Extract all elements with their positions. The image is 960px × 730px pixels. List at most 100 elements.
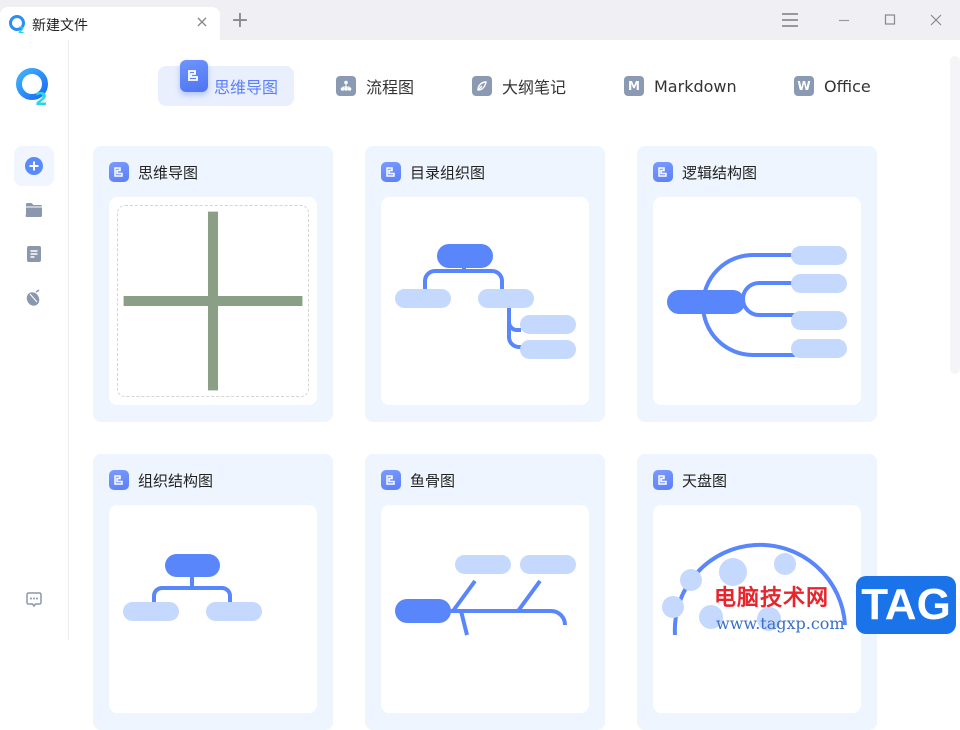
child-node <box>791 246 847 265</box>
child-node <box>774 553 796 575</box>
file-tab[interactable]: 2 新建文件 × <box>0 7 220 40</box>
card-header: 组织结构图 <box>109 470 213 490</box>
root-node <box>437 244 493 268</box>
root-node <box>395 599 451 623</box>
tab-title: 新建文件 <box>32 18 88 34</box>
root-node <box>165 554 220 577</box>
org-diagram <box>123 554 262 621</box>
card-header: 目录组织图 <box>381 162 485 182</box>
menu-button[interactable] <box>778 8 802 32</box>
template-card-org[interactable]: 组织结构图 <box>93 454 333 730</box>
tab-markdown[interactable]: M Markdown <box>624 66 737 106</box>
maximize-icon <box>884 14 896 25</box>
child-node <box>206 602 262 621</box>
mindmap-icon <box>109 470 129 490</box>
card-header: 天盘图 <box>653 470 727 490</box>
minimize-button[interactable] <box>832 8 856 32</box>
tab-label: Markdown <box>654 76 737 96</box>
mindmap-icon <box>109 162 129 182</box>
tab-flowchart[interactable]: 流程图 <box>336 66 414 106</box>
document-icon <box>27 246 41 262</box>
tab-label: Office <box>824 76 871 96</box>
template-card-fishbone[interactable]: 鱼骨图 <box>365 454 605 730</box>
close-icon <box>930 14 942 26</box>
sidebar-item-acorn[interactable] <box>14 278 54 318</box>
sidebar-item-folder[interactable] <box>14 190 54 230</box>
mindmap-icon <box>381 162 401 182</box>
root-node <box>667 290 745 314</box>
card-title: 组织结构图 <box>138 471 214 490</box>
watermark-url: www.tagxp.com <box>716 614 845 633</box>
template-card-mindmap[interactable]: 思维导图 <box>93 146 333 422</box>
blank-template-area[interactable] <box>117 205 309 397</box>
feedback-button[interactable] <box>14 580 54 620</box>
mindmap-icon <box>180 60 208 92</box>
child-node <box>680 569 702 591</box>
markdown-icon: M <box>624 76 644 96</box>
card-title: 天盘图 <box>682 471 728 490</box>
tab-office[interactable]: W Office <box>794 66 871 106</box>
card-preview <box>381 197 589 405</box>
card-header: 思维导图 <box>109 162 198 182</box>
child-node <box>455 555 511 574</box>
flowchart-icon <box>336 76 356 96</box>
card-title: 逻辑结构图 <box>682 163 758 182</box>
app-logo-icon: 2 <box>16 68 48 107</box>
svg-text:2: 2 <box>18 26 24 34</box>
directory-diagram <box>395 244 576 359</box>
sidebar-item-new[interactable] <box>14 146 54 186</box>
card-preview <box>109 505 317 713</box>
sidebar: 2 <box>0 40 69 640</box>
app-logo-icon: 2 <box>9 15 25 34</box>
new-tab-button[interactable]: + <box>228 9 252 33</box>
card-preview <box>381 505 589 713</box>
card-preview <box>109 197 317 405</box>
close-tab-button[interactable]: × <box>193 13 211 31</box>
title-bar: 2 新建文件 × + <box>0 0 960 40</box>
sidebar-item-document[interactable] <box>14 234 54 274</box>
chat-bubble-icon <box>26 592 42 608</box>
card-title: 思维导图 <box>138 163 199 182</box>
office-icon: W <box>794 76 814 96</box>
card-header: 逻辑结构图 <box>653 162 757 182</box>
tab-label: 思维导图 <box>214 78 279 97</box>
child-node <box>791 274 847 293</box>
hamburger-icon <box>782 13 798 27</box>
mindmap-icon <box>653 162 673 182</box>
tab-outline[interactable]: 大纲笔记 <box>472 66 566 106</box>
child-node <box>123 602 179 621</box>
plus-circle-icon <box>25 157 43 175</box>
child-node <box>395 289 451 308</box>
scrollbar[interactable] <box>950 56 960 374</box>
mindmap-icon <box>653 470 673 490</box>
watermark-text: 电脑技术网 <box>714 586 830 611</box>
child-node <box>478 289 534 308</box>
plus-icon <box>123 211 303 391</box>
template-card-logic[interactable]: 逻辑结构图 <box>637 146 877 422</box>
close-window-button[interactable] <box>924 8 948 32</box>
child-node <box>791 311 847 330</box>
watermark-tag-logo: TAG <box>856 576 956 634</box>
fishbone-diagram <box>395 555 576 636</box>
tab-mindmap[interactable]: 思维导图 <box>158 60 294 106</box>
child-node <box>791 339 847 358</box>
tab-label: 流程图 <box>366 78 415 97</box>
child-node <box>662 596 684 618</box>
outline-icon <box>472 76 492 96</box>
maximize-button[interactable] <box>878 8 902 32</box>
card-title: 目录组织图 <box>410 163 486 182</box>
template-card-directory[interactable]: 目录组织图 <box>365 146 605 422</box>
card-preview <box>653 197 861 405</box>
mindmap-icon <box>381 470 401 490</box>
card-header: 鱼骨图 <box>381 470 455 490</box>
child-node <box>520 340 576 359</box>
child-node <box>520 315 576 334</box>
child-node <box>520 555 576 574</box>
minimize-icon <box>839 19 849 22</box>
folder-icon <box>25 203 42 218</box>
card-title: 鱼骨图 <box>410 471 456 490</box>
tab-label: 大纲笔记 <box>502 78 567 97</box>
logic-diagram <box>667 246 847 358</box>
svg-text:2: 2 <box>35 89 48 107</box>
acorn-icon <box>26 289 40 306</box>
